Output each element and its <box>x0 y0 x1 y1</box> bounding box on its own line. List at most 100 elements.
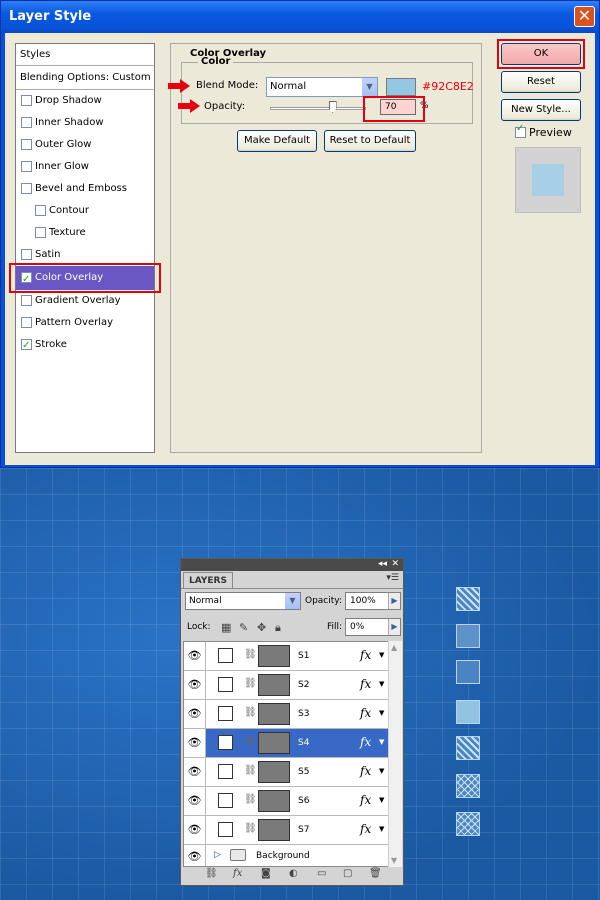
style-item-bevel-emboss[interactable]: Bevel and Emboss <box>16 178 154 200</box>
chain-icon[interactable]: ⛓︎ <box>244 736 257 747</box>
title-bar[interactable]: Layer Style ✕ <box>1 1 599 33</box>
inner-glow-checkbox[interactable] <box>21 161 32 172</box>
fx-icon[interactable]: fx <box>360 735 371 749</box>
blending-options-item[interactable]: Blending Options: Custom <box>16 66 154 90</box>
style-item-texture[interactable]: Texture <box>16 222 154 244</box>
chevron-right-icon[interactable]: ▶ <box>388 619 400 635</box>
color-swatch[interactable] <box>386 78 416 96</box>
opacity-slider-thumb[interactable] <box>328 101 337 113</box>
layer-name[interactable]: S6 <box>298 796 309 806</box>
close-icon[interactable]: ✕ <box>574 6 595 27</box>
layer-thumbnail[interactable] <box>258 761 290 783</box>
chevron-down-icon[interactable]: ▼ <box>379 651 384 659</box>
fx-icon[interactable]: fx <box>360 764 371 778</box>
chevron-down-icon[interactable]: ▼ <box>379 796 384 804</box>
layer-mask-thumbnail[interactable] <box>218 764 233 779</box>
style-item-pattern-overlay[interactable]: Pattern Overlay <box>16 312 154 334</box>
styles-header[interactable]: Styles <box>16 44 154 66</box>
chevron-right-icon[interactable]: ▶ <box>388 593 400 609</box>
chevron-down-icon[interactable]: ▼ <box>284 593 300 609</box>
layer-row[interactable]: 👁︎ ⛓︎ S2 fx ▼ <box>184 671 388 700</box>
outer-glow-checkbox[interactable] <box>21 139 32 150</box>
group-name[interactable]: Background <box>256 851 310 861</box>
style-item-outer-glow[interactable]: Outer Glow <box>16 134 154 156</box>
eye-icon[interactable]: 👁︎ <box>184 671 206 699</box>
layer-thumbnail[interactable] <box>258 732 290 754</box>
layer-row[interactable]: 👁︎ ⛓︎ S3 fx ▼ <box>184 700 388 729</box>
panel-top-bar[interactable]: ◂◂ ✕ <box>181 559 403 571</box>
fx-icon[interactable]: fx <box>360 793 371 807</box>
chain-icon[interactable]: ⛓︎ <box>244 794 257 805</box>
layer-group-row[interactable]: 👁︎ ▷ Background <box>184 845 388 866</box>
layer-thumbnail[interactable] <box>258 790 290 812</box>
lock-all-icon[interactable]: 🔒︎ <box>275 621 281 635</box>
link-layers-icon[interactable]: ⛓︎ <box>205 868 218 879</box>
make-default-button[interactable]: Make Default <box>237 130 317 152</box>
style-item-stroke[interactable]: Stroke <box>16 334 154 357</box>
new-layer-icon[interactable]: ▢ <box>343 868 352 879</box>
eye-icon[interactable]: 👁︎ <box>184 787 206 815</box>
layer-thumbnail[interactable] <box>258 703 290 725</box>
layer-mask-thumbnail[interactable] <box>218 648 233 663</box>
lock-pixels-icon[interactable]: ✎ <box>239 621 248 634</box>
gradient-overlay-checkbox[interactable] <box>21 295 32 306</box>
layer-thumbnail[interactable] <box>258 819 290 841</box>
fx-icon[interactable]: fx <box>360 822 371 836</box>
chain-icon[interactable]: ⛓︎ <box>244 678 257 689</box>
style-item-gradient-overlay[interactable]: Gradient Overlay <box>16 290 154 312</box>
layer-name[interactable]: S3 <box>298 709 309 719</box>
layer-mask-thumbnail[interactable] <box>218 793 233 808</box>
add-style-icon[interactable]: fx <box>233 868 242 879</box>
layer-mask-thumbnail[interactable] <box>218 822 233 837</box>
layer-row[interactable]: 👁︎ ⛓︎ S7 fx ▼ <box>184 816 388 845</box>
eye-icon[interactable]: 👁︎ <box>184 729 206 757</box>
trash-icon[interactable]: 🗑︎ <box>369 868 382 879</box>
add-mask-icon[interactable]: ◙ <box>261 868 271 879</box>
layer-name[interactable]: S2 <box>298 680 309 690</box>
style-item-contour[interactable]: Contour <box>16 200 154 222</box>
new-style-button[interactable]: New Style... <box>501 99 581 121</box>
eye-icon[interactable]: 👁︎ <box>184 642 206 670</box>
chevron-down-icon[interactable]: ▼ <box>379 825 384 833</box>
lock-transparent-icon[interactable]: ▦ <box>221 621 231 634</box>
layer-row[interactable]: 👁︎ ⛓︎ S6 fx ▼ <box>184 787 388 816</box>
pattern-overlay-checkbox[interactable] <box>21 317 32 328</box>
new-group-icon[interactable]: ▭ <box>317 868 326 879</box>
chevron-down-icon[interactable]: ▼ <box>361 78 377 96</box>
tab-layers[interactable]: LAYERS <box>183 572 233 589</box>
chevron-down-icon[interactable]: ▼ <box>379 738 384 746</box>
eye-icon[interactable]: 👁︎ <box>184 845 206 866</box>
eye-icon[interactable]: 👁︎ <box>184 758 206 786</box>
style-item-inner-shadow[interactable]: Inner Shadow <box>16 112 154 134</box>
scroll-down-icon[interactable]: ▼ <box>391 856 397 865</box>
satin-checkbox[interactable] <box>21 249 32 260</box>
reset-to-default-button[interactable]: Reset to Default <box>324 130 416 152</box>
layer-row[interactable]: 👁︎ ⛓︎ S1 fx ▼ <box>184 642 388 671</box>
close-icon[interactable]: ✕ <box>391 559 399 570</box>
fx-icon[interactable]: fx <box>360 677 371 691</box>
chain-icon[interactable]: ⛓︎ <box>244 649 257 660</box>
layer-row-selected[interactable]: 👁︎ ⛓︎ S4 fx ▼ <box>184 729 388 758</box>
style-item-inner-glow[interactable]: Inner Glow <box>16 156 154 178</box>
layer-opacity-input[interactable]: 100% ▶ <box>345 592 401 610</box>
panel-menu-icon[interactable]: ▾☰ <box>386 573 399 583</box>
chain-icon[interactable]: ⛓︎ <box>244 707 257 718</box>
layer-mask-thumbnail[interactable] <box>218 706 233 721</box>
layer-blend-mode-select[interactable]: Normal ▼ <box>185 592 301 610</box>
style-item-drop-shadow[interactable]: Drop Shadow <box>16 90 154 112</box>
adjustment-layer-icon[interactable]: ◐ <box>289 868 298 879</box>
layer-mask-thumbnail[interactable] <box>218 677 233 692</box>
fill-input[interactable]: 0% ▶ <box>345 618 401 636</box>
layer-thumbnail[interactable] <box>258 645 290 667</box>
layer-mask-thumbnail[interactable] <box>218 735 233 750</box>
layer-name[interactable]: S5 <box>298 767 309 777</box>
chevron-down-icon[interactable]: ▼ <box>379 709 384 717</box>
lock-position-icon[interactable]: ✥ <box>257 621 266 634</box>
layer-row[interactable]: 👁︎ ⛓︎ S5 fx ▼ <box>184 758 388 787</box>
expand-triangle-icon[interactable]: ▷ <box>214 850 221 860</box>
layer-thumbnail[interactable] <box>258 674 290 696</box>
fx-icon[interactable]: fx <box>360 648 371 662</box>
eye-icon[interactable]: 👁︎ <box>184 816 206 844</box>
chain-icon[interactable]: ⛓︎ <box>244 823 257 834</box>
collapse-icon[interactable]: ◂◂ <box>378 559 387 570</box>
